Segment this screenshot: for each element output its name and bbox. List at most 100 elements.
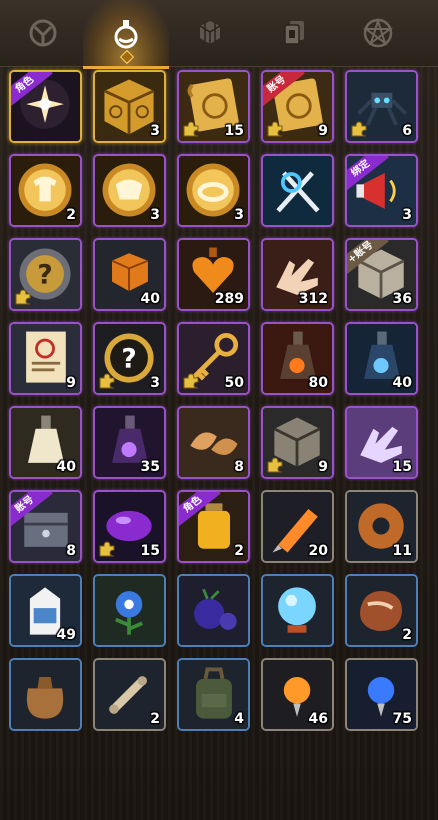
puzzle-piece-icon [98, 540, 116, 558]
inventory-slot[interactable]: 2 [9, 154, 82, 227]
tab-equipment[interactable] [0, 0, 86, 66]
inventory-slot[interactable]: 6 [345, 70, 418, 143]
item-count: 15 [392, 459, 412, 475]
blueberry-icon [179, 576, 248, 645]
item-count: 9 [66, 375, 76, 391]
puzzle-piece-icon [98, 372, 116, 390]
item-count: 289 [214, 291, 244, 307]
pentagram-icon [362, 17, 394, 48]
inventory-slot[interactable]: 角色 2 [177, 490, 250, 563]
inventory-slot[interactable]: 80 [261, 322, 334, 395]
item-count: 2 [150, 711, 160, 727]
item-count: 35 [140, 459, 160, 475]
inventory-slot[interactable] [9, 658, 82, 731]
item-count: 40 [392, 375, 412, 391]
inventory-slot[interactable] [177, 574, 250, 647]
item-count: 40 [56, 459, 76, 475]
item-count: 2 [402, 627, 412, 643]
item-count: 50 [224, 375, 244, 391]
item-count: 75 [392, 711, 412, 727]
item-count: 36 [392, 291, 412, 307]
inventory-slot[interactable]: 4 [177, 658, 250, 731]
item-count: 6 [402, 123, 412, 139]
item-count: 40 [140, 291, 160, 307]
inventory-slot[interactable] [261, 154, 334, 227]
inventory-slot[interactable]: 3 [177, 154, 250, 227]
cards-icon [284, 21, 304, 45]
item-count: 11 [392, 543, 412, 559]
item-count: 3 [150, 123, 160, 139]
item-count: 2 [66, 207, 76, 223]
inventory-slot[interactable]: 75 [345, 658, 418, 731]
inventory-slot[interactable]: ? 3 [93, 322, 166, 395]
item-count: 8 [234, 459, 244, 475]
puzzle-piece-icon [266, 120, 284, 138]
inventory-slot[interactable]: 15 [345, 406, 418, 479]
puzzle-piece-icon [266, 456, 284, 474]
tab-cards[interactable] [251, 0, 337, 66]
puzzle-piece-icon [350, 120, 368, 138]
item-count: 312 [298, 291, 328, 307]
inventory-slot[interactable] [93, 574, 166, 647]
crossed-swords-icon [263, 156, 332, 225]
tab-consumables[interactable] [83, 0, 169, 69]
inventory-slot[interactable]: 2 [93, 658, 166, 731]
item-count: 3 [234, 207, 244, 223]
puzzle-piece-icon [182, 372, 200, 390]
inventory-slot[interactable]: 40 [9, 406, 82, 479]
item-count: 2 [234, 543, 244, 559]
item-count: 9 [318, 123, 328, 139]
item-count: 15 [140, 543, 160, 559]
inventory-slot[interactable]: 3 [93, 154, 166, 227]
inventory-slot[interactable]: 9 [9, 322, 82, 395]
cubes-icon [199, 21, 221, 44]
inventory-slot[interactable]: 账号 9 [261, 70, 334, 143]
inventory-slot[interactable]: 11 [345, 490, 418, 563]
puzzle-piece-icon [14, 288, 32, 306]
inventory-slot[interactable]: 40 [93, 238, 166, 311]
inventory-slot[interactable]: 绑定 3 [345, 154, 418, 227]
category-tab-bar [0, 0, 438, 69]
inventory-slot[interactable]: 3 [93, 70, 166, 143]
item-count: 3 [150, 375, 160, 391]
puzzle-piece-icon [182, 120, 200, 138]
inventory-slot[interactable]: ? [9, 238, 82, 311]
item-count: 9 [318, 459, 328, 475]
inventory-slot[interactable]: 账号 8 [9, 490, 82, 563]
inventory-slot[interactable]: +账号 36 [345, 238, 418, 311]
armor-icon [29, 19, 57, 47]
tab-special[interactable] [335, 0, 421, 66]
item-count: 46 [308, 711, 328, 727]
blue-flower-icon [95, 576, 164, 645]
item-count: 80 [308, 375, 328, 391]
inventory-slot[interactable]: 角色 [9, 70, 82, 143]
inventory-slot[interactable]: 50 [177, 322, 250, 395]
potion-icon [114, 20, 138, 49]
svg-text:?: ? [37, 259, 52, 290]
inventory-slot[interactable]: 20 [261, 490, 334, 563]
inventory-slot[interactable]: 35 [93, 406, 166, 479]
inventory-slot[interactable]: 40 [345, 322, 418, 395]
item-count: 20 [308, 543, 328, 559]
svg-text:?: ? [121, 343, 136, 374]
inventory-slot[interactable]: 8 [177, 406, 250, 479]
item-count: 49 [56, 627, 76, 643]
inventory-slot[interactable]: 15 [93, 490, 166, 563]
inventory-slot[interactable]: 9 [261, 406, 334, 479]
sack-icon [11, 660, 80, 729]
item-count: 3 [150, 207, 160, 223]
item-count: 4 [234, 711, 244, 727]
crystal-ball-icon [263, 576, 332, 645]
inventory-slot[interactable]: 15 [177, 70, 250, 143]
inventory-slot[interactable]: 49 [9, 574, 82, 647]
active-tab-indicator [119, 49, 135, 65]
item-count: 3 [402, 207, 412, 223]
item-count: 15 [224, 123, 244, 139]
inventory-slot[interactable]: 46 [261, 658, 334, 731]
inventory-slot[interactable]: 289 [177, 238, 250, 311]
inventory-slot[interactable] [261, 574, 334, 647]
inventory-slot[interactable]: 2 [345, 574, 418, 647]
tab-materials[interactable] [167, 0, 253, 66]
inventory-slot[interactable]: 312 [261, 238, 334, 311]
item-count: 8 [66, 543, 76, 559]
